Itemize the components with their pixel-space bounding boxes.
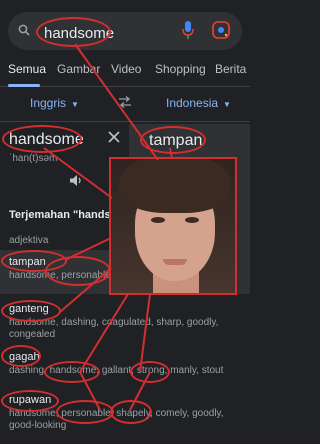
chevron-down-icon: ▼	[223, 100, 231, 109]
source-language-select[interactable]: Inggris ▼	[30, 96, 79, 110]
close-icon[interactable]	[107, 130, 121, 144]
tab-shopping[interactable]: Shopping	[155, 62, 206, 76]
swap-icon[interactable]	[118, 96, 132, 108]
tab-all[interactable]: Semua	[8, 62, 46, 76]
part-of-speech: adjektiva	[9, 235, 49, 246]
translation-synonyms: handsome, dashing, coagulated, sharp, go…	[9, 317, 219, 340]
lens-icon[interactable]	[212, 21, 230, 39]
chevron-down-icon: ▼	[71, 100, 79, 109]
search-icon[interactable]	[18, 24, 30, 36]
translation-word: rupawan	[9, 394, 52, 406]
translation-word: tampan	[9, 256, 46, 268]
phonetic: ˈhan(t)səm	[9, 153, 58, 164]
mic-icon[interactable]	[181, 20, 195, 40]
translation-synonyms: dashing, handsome, gallant, strong, manl…	[9, 365, 224, 376]
search-input[interactable]: handsome	[44, 25, 114, 42]
translation-word: ganteng	[9, 303, 49, 315]
portrait-photo	[109, 157, 237, 295]
translation-row[interactable]: rupawan handsome, personable, shapely, c…	[0, 388, 250, 438]
target-language-select[interactable]: Indonesia ▼	[166, 96, 231, 110]
source-word: handsome	[9, 131, 84, 148]
translation-synonyms: handsome, personable, shapely, comely, g…	[9, 408, 224, 431]
translation-word: gagah	[9, 351, 40, 363]
tab-videos[interactable]: Video	[111, 62, 141, 76]
translation-row[interactable]: gagah dashing, handsome, gallant, strong…	[0, 345, 250, 385]
target-word: tampan	[149, 132, 203, 149]
divider	[0, 121, 250, 122]
target-language-label: Indonesia	[166, 96, 219, 110]
source-language-label: Inggris	[30, 96, 67, 110]
translation-row[interactable]: ganteng handsome, dashing, coagulated, s…	[0, 297, 250, 343]
tab-news[interactable]: Berita	[215, 62, 246, 76]
speaker-icon[interactable]	[69, 174, 83, 187]
tab-images[interactable]: Gambar	[57, 62, 100, 76]
active-tab-indicator	[8, 84, 40, 87]
